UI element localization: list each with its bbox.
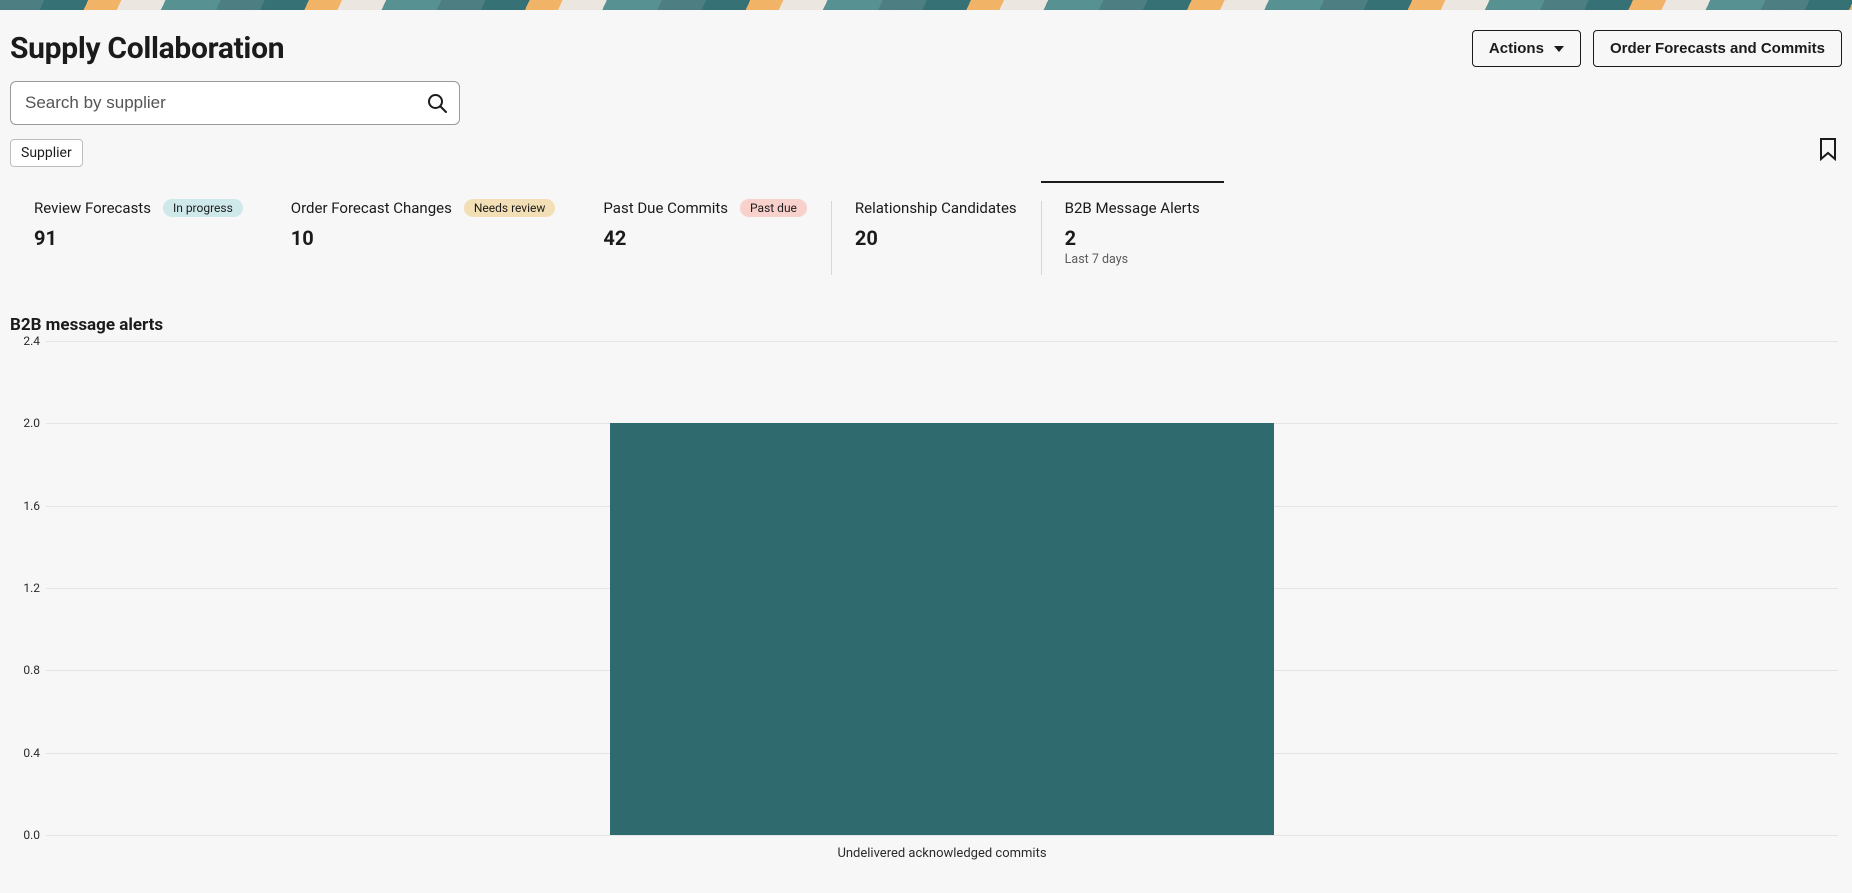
supplier-filter-chip[interactable]: Supplier xyxy=(10,139,83,167)
actions-button-label: Actions xyxy=(1489,40,1544,57)
chart-ytick: 0.8 xyxy=(10,663,40,677)
chart-ytick: 0.4 xyxy=(10,746,40,760)
status-badge: In progress xyxy=(163,199,243,217)
card-label: Relationship Candidates xyxy=(855,199,1017,217)
ofc-button-label: Order Forecasts and Commits xyxy=(1610,40,1825,57)
card-label: Order Forecast Changes xyxy=(291,199,452,217)
summary-card-1[interactable]: Order Forecast Changes Needs review 10 xyxy=(267,199,580,277)
search-input-wrap[interactable] xyxy=(10,81,460,125)
card-value: 2 xyxy=(1065,226,1200,250)
chart-gridline xyxy=(46,835,1838,836)
order-forecasts-commits-button[interactable]: Order Forecasts and Commits xyxy=(1593,30,1842,67)
card-label: B2B Message Alerts xyxy=(1065,199,1200,217)
card-label: Past Due Commits xyxy=(603,199,728,217)
chart-x-category-label: Undelivered acknowledged commits xyxy=(46,846,1838,861)
chart-ytick: 2.4 xyxy=(10,334,40,348)
chart-ytick: 1.6 xyxy=(10,499,40,513)
card-label: Review Forecasts xyxy=(34,199,151,217)
chart-gridline xyxy=(46,341,1838,342)
bookmark-icon[interactable] xyxy=(1818,137,1838,165)
card-value: 10 xyxy=(291,226,556,250)
card-value: 91 xyxy=(34,226,243,250)
actions-button[interactable]: Actions xyxy=(1472,30,1581,67)
summary-card-4[interactable]: B2B Message Alerts 2 Last 7 days xyxy=(1041,199,1224,277)
status-badge: Needs review xyxy=(464,199,556,217)
chart-ytick: 0.0 xyxy=(10,828,40,842)
summary-card-2[interactable]: Past Due Commits Past due 42 xyxy=(579,199,831,277)
summary-card-0[interactable]: Review Forecasts In progress 91 xyxy=(10,199,267,277)
card-subtext: Last 7 days xyxy=(1065,252,1200,267)
summary-card-3[interactable]: Relationship Candidates 20 xyxy=(831,199,1041,277)
search-input[interactable] xyxy=(23,92,425,114)
card-value: 42 xyxy=(603,226,807,250)
page-title: Supply Collaboration xyxy=(10,31,284,66)
section-title: B2B message alerts xyxy=(10,315,1842,335)
card-value: 20 xyxy=(855,226,1017,250)
header-actions: Actions Order Forecasts and Commits xyxy=(1472,30,1842,67)
chevron-down-icon xyxy=(1554,46,1564,52)
chart-ytick: 1.2 xyxy=(10,581,40,595)
chart-ytick: 2.0 xyxy=(10,416,40,430)
b2b-alerts-chart: Undelivered acknowledged commits 0.0 0.4 0… xyxy=(10,341,1842,861)
summary-cards: Review Forecasts In progress 91 Order Forec… xyxy=(10,199,1842,277)
decorative-banner xyxy=(0,0,1852,10)
status-badge: Past due xyxy=(740,199,807,217)
chart-bar xyxy=(610,423,1273,835)
search-icon[interactable] xyxy=(425,91,449,115)
